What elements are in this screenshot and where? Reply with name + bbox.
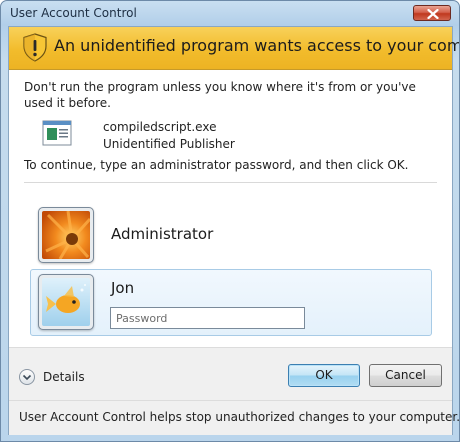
instruction-text: To continue, type an administrator passw… bbox=[24, 158, 409, 172]
administrator-name[interactable]: Administrator bbox=[111, 225, 213, 243]
window-title: User Account Control bbox=[10, 6, 137, 20]
cancel-button[interactable]: Cancel bbox=[369, 364, 442, 387]
shield-warning-icon bbox=[23, 33, 47, 62]
banner-message: An unidentified program wants access to … bbox=[54, 36, 459, 55]
jon-account-name[interactable]: Jon bbox=[111, 279, 134, 297]
divider bbox=[24, 182, 437, 183]
program-publisher: Unidentified Publisher bbox=[103, 137, 235, 151]
goldfish-avatar bbox=[42, 278, 90, 326]
dialog-content: An unidentified program wants access to … bbox=[8, 26, 459, 435]
ok-button[interactable]: OK bbox=[288, 364, 360, 387]
program-name: compiledscript.exe bbox=[103, 120, 217, 134]
details-toggle[interactable]: Details bbox=[19, 369, 85, 385]
warning-banner: An unidentified program wants access to … bbox=[9, 27, 459, 70]
administrator-avatar[interactable] bbox=[38, 207, 94, 263]
close-button[interactable] bbox=[413, 5, 451, 21]
jon-avatar[interactable] bbox=[38, 274, 94, 330]
password-input[interactable] bbox=[110, 307, 305, 329]
warning-message: Don't run the program unless you know wh… bbox=[24, 80, 416, 110]
close-icon bbox=[427, 9, 439, 19]
orange-flower-avatar bbox=[42, 211, 90, 259]
program-icon bbox=[42, 120, 72, 146]
uac-info-note: User Account Control helps stop unauthor… bbox=[19, 410, 460, 424]
title-bar[interactable]: User Account Control bbox=[1, 1, 459, 25]
details-label: Details bbox=[43, 370, 85, 384]
chevron-down-icon bbox=[19, 369, 35, 385]
uac-dialog: User Account Control An unidentified pro… bbox=[0, 0, 460, 442]
